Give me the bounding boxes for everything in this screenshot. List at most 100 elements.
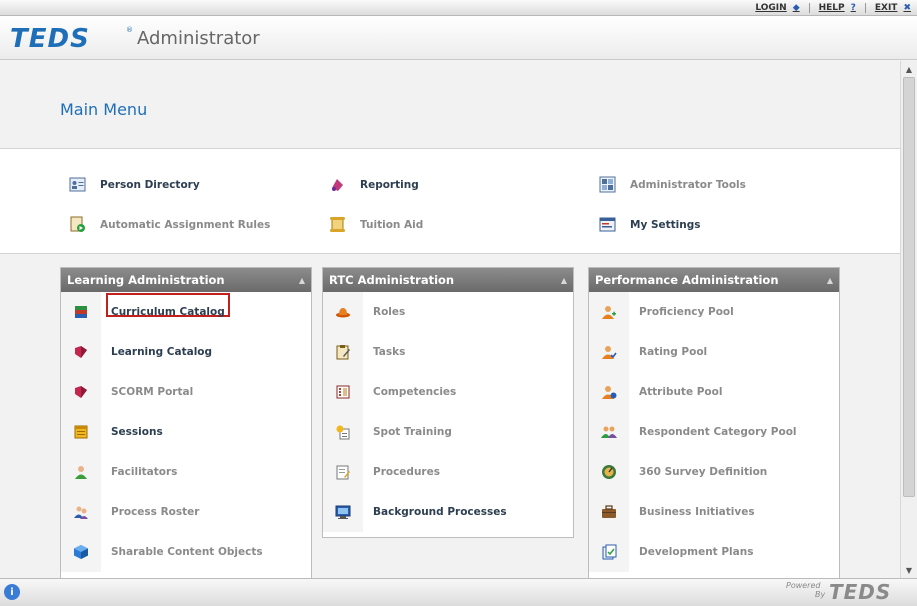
facilitators-label: Facilitators — [111, 466, 178, 478]
spot-icon — [323, 424, 363, 440]
scroll-icon — [330, 217, 345, 232]
briefcase-icon — [589, 504, 629, 520]
performance-administration-title: Performance Administration — [595, 273, 779, 287]
scorm-portal-item[interactable]: SCORM Portal — [61, 372, 311, 412]
sharable-content-objects-item[interactable]: Sharable Content Objects — [61, 532, 311, 572]
info-icon[interactable]: i — [4, 584, 20, 600]
rating-pool-item[interactable]: Rating Pool — [589, 332, 839, 372]
learning-administration-header[interactable]: Learning Administration ▲ — [61, 268, 311, 292]
diamond-icon: ◆ — [792, 3, 800, 13]
learning-administration-title: Learning Administration — [67, 273, 225, 287]
powered-label: Powered — [786, 581, 821, 590]
collapse-icon[interactable]: ▲ — [299, 276, 305, 285]
tuition-aid-link[interactable]: Tuition Aid — [329, 216, 423, 233]
scroll-thumb[interactable] — [903, 77, 915, 497]
clipboard-icon — [323, 344, 363, 360]
reporting-icon — [332, 179, 343, 191]
administrator-tools-link[interactable]: Administrator Tools — [599, 176, 746, 193]
status-bar: i Powered By TEDS — [0, 578, 917, 606]
spot-training-label: Spot Training — [373, 426, 452, 438]
scroll-down-icon[interactable]: ▼ — [901, 563, 917, 577]
sessions-label: Sessions — [111, 426, 163, 438]
tasks-item[interactable]: Tasks — [323, 332, 573, 372]
nav-separator — [864, 3, 866, 13]
exit-label: EXIT — [874, 3, 898, 13]
business-initiatives-item[interactable]: Business Initiatives — [589, 492, 839, 532]
scroll-up-icon[interactable]: ▲ — [901, 62, 917, 76]
registered-mark: ® — [126, 26, 133, 34]
edit-document-icon — [323, 464, 363, 480]
login-link[interactable]: LOGIN ◆ — [755, 3, 799, 13]
curriculum-catalog-label: Curriculum Catalog — [111, 306, 225, 318]
my-settings-label: My Settings — [630, 218, 701, 231]
proficiency-pool-item[interactable]: Proficiency Pool — [589, 292, 839, 332]
book-icon — [61, 384, 101, 400]
people-icon — [61, 504, 101, 520]
competencies-label: Competencies — [373, 386, 457, 398]
my-settings-link[interactable]: My Settings — [599, 216, 701, 233]
development-plans-label: Development Plans — [639, 546, 754, 558]
business-initiatives-label: Business Initiatives — [639, 506, 755, 518]
respondent-category-pool-item[interactable]: Respondent Category Pool — [589, 412, 839, 452]
performance-administration-header[interactable]: Performance Administration ▲ — [589, 268, 839, 292]
administrator-tools-label: Administrator Tools — [630, 178, 746, 191]
rtc-administration-title: RTC Administration — [329, 273, 455, 287]
development-plans-item[interactable]: Development Plans — [589, 532, 839, 572]
help-link[interactable]: HELP ? — [819, 3, 856, 13]
facilitators-item[interactable]: Facilitators — [61, 452, 311, 492]
user-info-icon — [589, 384, 629, 400]
collapse-icon[interactable]: ▲ — [561, 276, 567, 285]
sessions-item[interactable]: Sessions — [61, 412, 311, 452]
scorm-portal-label: SCORM Portal — [111, 386, 194, 398]
learning-administration-panel: Learning Administration ▲ Curriculum Cat… — [60, 267, 312, 578]
attribute-pool-item[interactable]: Attribute Pool — [589, 372, 839, 412]
quick-links-section: Person Directory Reporting Administrator… — [0, 148, 900, 254]
group-icon — [589, 424, 629, 440]
exit-link[interactable]: EXIT ✖ — [875, 3, 911, 13]
rtc-administration-header[interactable]: RTC Administration ▲ — [323, 268, 573, 292]
vertical-scrollbar[interactable]: ▲ ▼ — [900, 61, 917, 578]
person-directory-label: Person Directory — [100, 178, 200, 191]
roles-item[interactable]: Roles — [323, 292, 573, 332]
teds-logo: TEDS — [10, 24, 90, 54]
nav-separator — [808, 3, 810, 13]
app-header: TEDS ® Administrator — [0, 16, 917, 60]
procedures-label: Procedures — [373, 466, 440, 478]
rtc-administration-list: Roles Tasks Competencies Spot Training P… — [323, 292, 573, 532]
background-processes-item[interactable]: Background Processes — [323, 492, 573, 532]
settings-window-icon — [599, 217, 616, 232]
automatic-assignment-rules-link[interactable]: Automatic Assignment Rules — [69, 216, 270, 233]
competencies-item[interactable]: Competencies — [323, 372, 573, 412]
user-add-icon — [589, 304, 629, 320]
sharable-content-objects-label: Sharable Content Objects — [111, 546, 263, 558]
process-roster-item[interactable]: Process Roster — [61, 492, 311, 532]
top-bar: LOGIN ◆ HELP ? EXIT ✖ — [0, 0, 917, 16]
person-icon — [61, 464, 101, 480]
by-label: By — [815, 590, 826, 599]
learning-catalog-item[interactable]: Learning Catalog — [61, 332, 311, 372]
directory-card-icon — [69, 177, 86, 192]
page-title: Main Menu — [60, 100, 148, 119]
list-icon — [323, 384, 363, 400]
attribute-pool-label: Attribute Pool — [639, 386, 723, 398]
learning-catalog-label: Learning Catalog — [111, 346, 213, 358]
plans-icon — [589, 544, 629, 560]
reporting-link[interactable]: Reporting — [329, 176, 419, 193]
spot-training-item[interactable]: Spot Training — [323, 412, 573, 452]
collapse-icon[interactable]: ▲ — [827, 276, 833, 285]
calendar-icon — [61, 424, 101, 440]
person-directory-link[interactable]: Person Directory — [69, 176, 200, 193]
survey-definition-item[interactable]: 360 Survey Definition — [589, 452, 839, 492]
curriculum-catalog-item[interactable]: Curriculum Catalog — [61, 292, 311, 332]
user-check-icon — [589, 344, 629, 360]
procedures-item[interactable]: Procedures — [323, 452, 573, 492]
tools-grid-icon — [599, 176, 616, 193]
performance-administration-list: Proficiency Pool Rating Pool Attribute P… — [589, 292, 839, 572]
reporting-label: Reporting — [360, 178, 419, 191]
background-processes-label: Background Processes — [373, 506, 507, 518]
tasks-label: Tasks — [373, 346, 406, 358]
login-label: LOGIN — [755, 3, 787, 13]
book-icon — [61, 344, 101, 360]
close-icon: ✖ — [903, 3, 911, 13]
footer-teds-logo: TEDS — [829, 580, 892, 604]
